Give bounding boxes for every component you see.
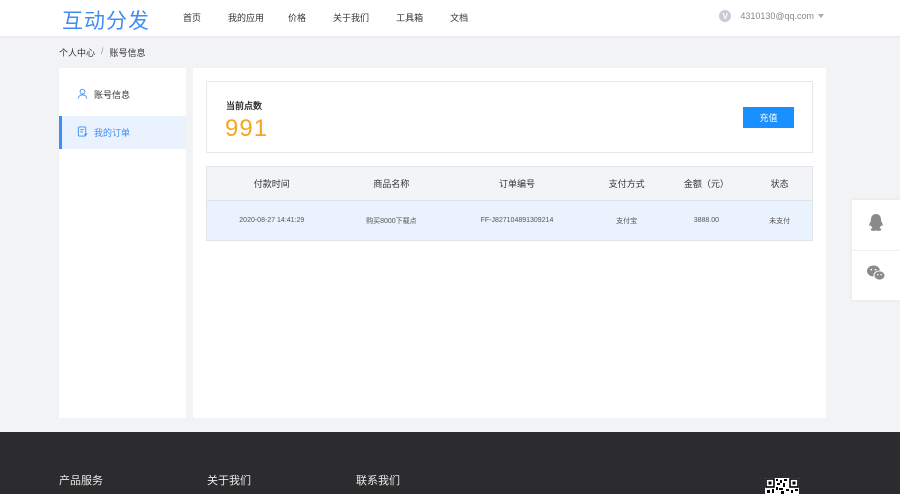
sidebar: 账号信息 我的订单: [59, 68, 186, 418]
order-icon: [77, 126, 94, 139]
cell-amount: 3888.00: [693, 217, 720, 224]
footer-heading-products: 产品服务: [59, 475, 103, 487]
table-header: 付款时间 商品名称 订单编号 支付方式 金额（元） 状态: [207, 167, 812, 200]
breadcrumb-current: 账号信息: [109, 48, 146, 58]
column-header: 状态: [770, 179, 789, 189]
floating-contact-bar: [852, 200, 900, 300]
footer-heading-about: 关于我们: [207, 475, 251, 487]
nav-toolbox[interactable]: 工具箱: [396, 11, 423, 24]
nav-about[interactable]: 关于我们: [333, 11, 369, 24]
user-email: 4310130@qq.com: [740, 11, 814, 21]
nav-pricing[interactable]: 价格: [288, 11, 306, 24]
main-panel: 当前点数 991 充值 付款时间 商品名称 订单编号 支付方式 金额（元） 状态…: [193, 68, 826, 418]
cell-payment-method: 支付宝: [616, 217, 638, 225]
main-nav: 首页 我的应用 价格 关于我们 工具箱 文档: [183, 11, 495, 24]
sidebar-item-account-info[interactable]: 账号信息: [59, 78, 186, 111]
qq-contact-button[interactable]: [852, 200, 900, 250]
sidebar-item-label: 账号信息: [94, 90, 131, 100]
points-value: 991: [225, 115, 269, 142]
site-logo[interactable]: 互动分发: [62, 5, 150, 35]
footer-heading-contact: 联系我们: [356, 475, 400, 487]
points-card: 当前点数 991 充值: [206, 81, 813, 153]
breadcrumb-separator: /: [101, 46, 104, 56]
wechat-contact-button[interactable]: [852, 250, 900, 300]
nav-my-apps[interactable]: 我的应用: [228, 11, 264, 24]
top-header: 互动分发 首页 我的应用 价格 关于我们 工具箱 文档 V 4310130@qq…: [0, 0, 900, 36]
orders-table: 付款时间 商品名称 订单编号 支付方式 金额（元） 状态 2020-08-27 …: [206, 166, 813, 241]
nav-home[interactable]: 首页: [183, 11, 201, 24]
wechat-icon: [866, 264, 886, 287]
cell-payment-time: 2020-08-27 14:41:29: [239, 217, 305, 224]
breadcrumb-root[interactable]: 个人中心: [59, 46, 95, 59]
cell-order-number: FF-J827104891309214: [480, 217, 554, 224]
column-header: 付款时间: [253, 179, 290, 189]
points-label: 当前点数: [226, 101, 263, 111]
footer: 产品服务 关于我们 联系我们: [0, 432, 900, 494]
breadcrumb: 个人中心 / 账号信息: [59, 46, 146, 59]
vip-badge-icon: V: [719, 10, 732, 22]
qq-icon: [867, 213, 885, 238]
cell-status: 未支付: [769, 217, 791, 225]
sidebar-item-label: 我的订单: [94, 128, 131, 138]
column-header: 支付方式: [608, 179, 645, 189]
column-header: 金额（元）: [683, 179, 729, 189]
user-menu[interactable]: V 4310130@qq.com: [719, 10, 824, 22]
column-header: 订单编号: [498, 179, 535, 189]
qr-code-icon: [765, 478, 799, 494]
sidebar-item-my-orders[interactable]: 我的订单: [59, 116, 186, 149]
cell-product-name: 购买8000下载点: [366, 217, 417, 225]
table-row[interactable]: 2020-08-27 14:41:29 购买8000下载点 FF-J827104…: [207, 200, 812, 240]
nav-docs[interactable]: 文档: [450, 11, 468, 24]
column-header: 商品名称: [373, 179, 410, 189]
recharge-button[interactable]: 充值: [743, 107, 794, 128]
chevron-down-icon: [818, 14, 824, 18]
user-icon: [77, 88, 94, 101]
